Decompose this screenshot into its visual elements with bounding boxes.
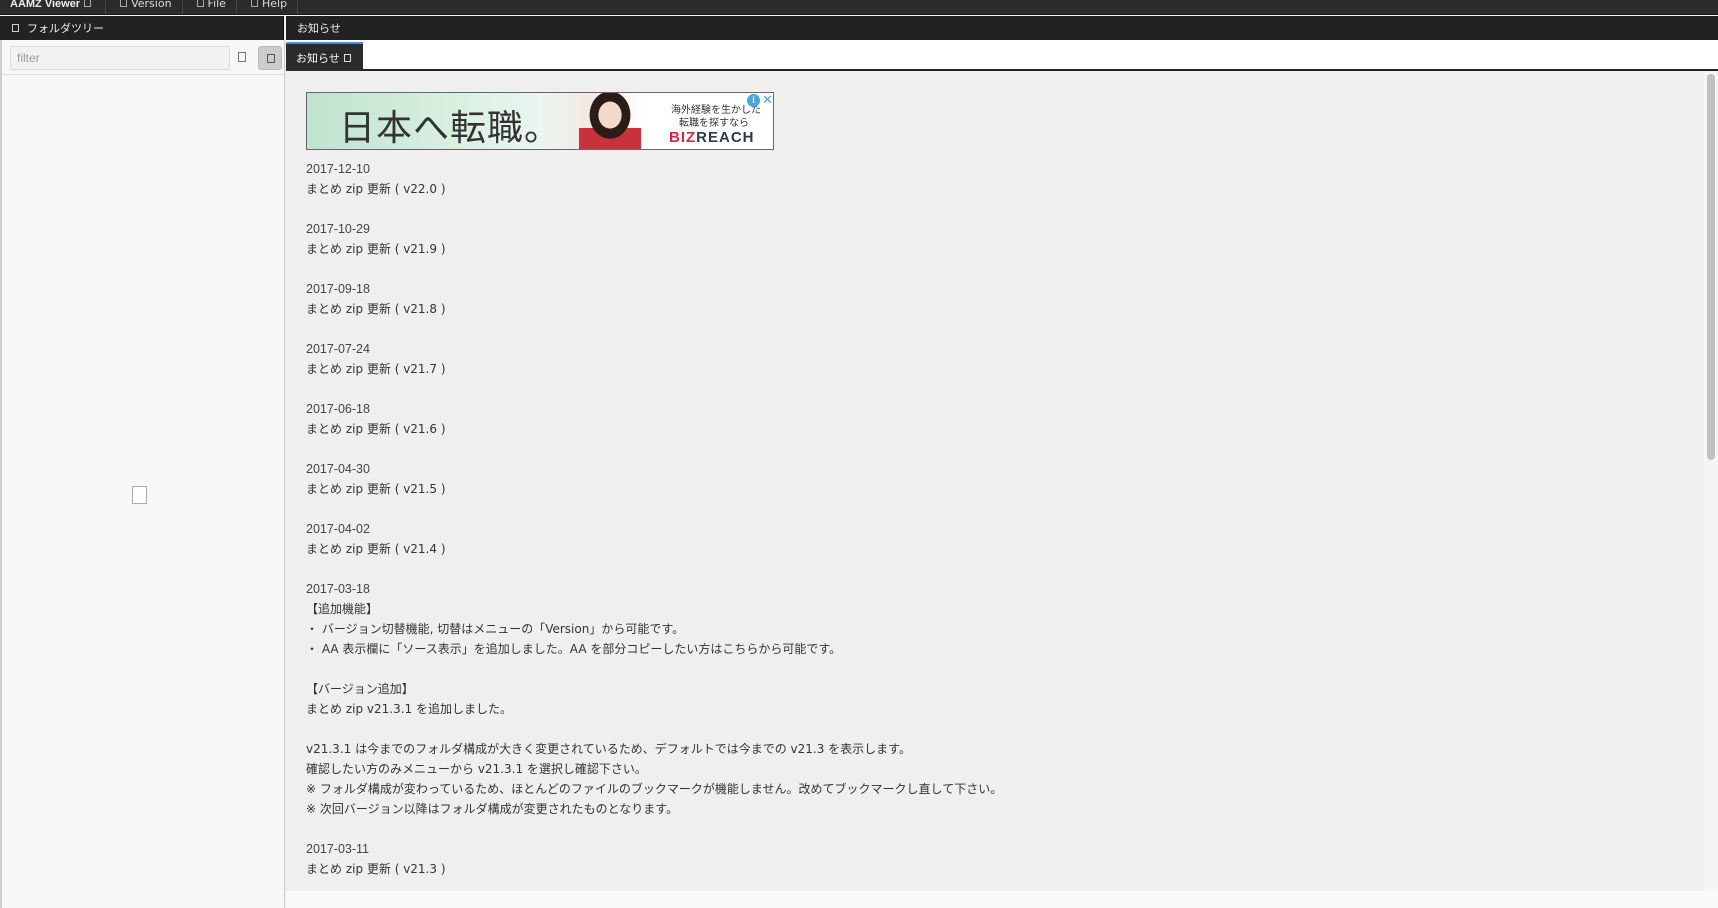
ad-copy-line2: 転職を探すなら [679, 118, 749, 129]
notice-text: まとめ zip 更新 ( v21.5 ) [306, 482, 446, 496]
ad-headline: 日本へ転職。 [339, 108, 562, 149]
help-icon [250, 0, 258, 7]
menu-help[interactable]: Help [237, 0, 299, 14]
divider [2, 74, 285, 75]
notice-date: 2017-12-10 [306, 162, 370, 176]
notice-date: 2017-06-18 [306, 402, 370, 416]
app-title-menu[interactable]: AAMZ Viewer [0, 0, 107, 14]
menu-version-label: Version [131, 0, 172, 10]
notice-item: 2017-12-10 まとめ zip 更新 ( v22.0 ) [306, 159, 1666, 199]
folder-tree-panel [0, 40, 285, 908]
content-scrollbar[interactable] [1704, 73, 1718, 891]
notice-item: 2017-04-30 まとめ zip 更新 ( v21.5 ) [306, 459, 1666, 499]
menubar: AAMZ Viewer Version File Help [0, 0, 1718, 15]
close-icon[interactable]: ✕ [761, 93, 773, 107]
folder-tree-title: フォルダツリー [27, 22, 104, 35]
filter-input[interactable] [10, 46, 230, 70]
notice-text: 【追加機能】 [306, 602, 379, 616]
notice-date: 2017-03-11 [306, 842, 370, 856]
folder-icon [12, 24, 19, 32]
notice-date: 2017-09-18 [306, 282, 370, 296]
ad-brand-part2: REACH [696, 129, 755, 146]
notice-text: 確認したい方のみメニューから v21.3.1 を選択し確認下さい。 [306, 762, 647, 776]
notice-text: 【バージョン追加】 [306, 682, 414, 696]
filter-options-button[interactable] [258, 46, 282, 70]
notice-text: ※ 次回バージョン以降はフォルダ構成が変更されたものとなります。 [306, 802, 679, 816]
notice-text: まとめ zip 更新 ( v21.7 ) [306, 362, 446, 376]
ad-brand-part1: BIZ [669, 129, 697, 146]
menu-help-label: Help [261, 0, 288, 10]
notice-item: 2017-03-18 【追加機能】・ バージョン切替機能, 切替はメニューの「Ve… [306, 579, 1666, 819]
ad-banner[interactable]: 日本へ転職。 海外経験を生かした 転職を探すなら BIZREACH i ✕ [306, 92, 774, 150]
notice-text: ・ バージョン切替機能, 切替はメニューの「Version」から可能です。 [306, 622, 685, 636]
notice-item: 2017-10-29 まとめ zip 更新 ( v21.9 ) [306, 219, 1666, 259]
tree-loading-icon [132, 486, 147, 504]
version-icon [120, 0, 128, 7]
file-icon [196, 0, 204, 7]
scrollbar-thumb[interactable] [1707, 74, 1715, 460]
notice-item: 2017-06-18 まとめ zip 更新 ( v21.6 ) [306, 399, 1666, 439]
tab-strip: お知らせ [286, 40, 1718, 71]
tab-notices[interactable]: お知らせ [286, 42, 363, 71]
menu-file[interactable]: File [183, 0, 237, 14]
notice-item: 2017-04-02 まとめ zip 更新 ( v21.4 ) [306, 519, 1666, 559]
dropdown-icon [84, 0, 92, 7]
notice-item: 2017-09-18 まとめ zip 更新 ( v21.8 ) [306, 279, 1666, 319]
notices-content: 日本へ転職。 海外経験を生かした 転職を探すなら BIZREACH i ✕ 20… [286, 73, 1704, 891]
notice-text: ※ フォルダ構成が変わっているため、ほとんどのファイルのブックマークが機能しませ… [306, 782, 1003, 796]
notice-text: v21.3.1 は今までのフォルダ構成が大きく変更されているため、デフォルトでは… [306, 742, 911, 756]
notice-text: まとめ zip 更新 ( v21.3 ) [306, 862, 446, 876]
ad-photo [579, 93, 641, 149]
notice-text: まとめ zip 更新 ( v21.6 ) [306, 422, 446, 436]
notice-date: 2017-04-30 [306, 462, 370, 476]
main-header-title: お知らせ [297, 22, 341, 35]
tab-notices-label: お知らせ [296, 51, 340, 65]
notice-date: 2017-10-29 [306, 222, 370, 236]
folder-tree-header[interactable]: フォルダツリー [0, 16, 284, 40]
notice-item: 2017-03-11 まとめ zip 更新 ( v21.3 ) [306, 839, 1666, 879]
notice-text: まとめ zip 更新 ( v21.4 ) [306, 542, 446, 556]
notice-text [306, 719, 1666, 739]
bottom-strip [286, 891, 1718, 908]
notice-text: まとめ zip v21.3.1 を追加しました。 [306, 702, 512, 716]
notice-text [306, 659, 1666, 679]
menu-file-label: File [207, 0, 226, 10]
app-title: AAMZ Viewer [10, 0, 81, 10]
notice-text: まとめ zip 更新 ( v21.9 ) [306, 242, 446, 256]
notice-text: ・ AA 表示欄に「ソース表示」を追加しました。AA を部分コピーしたい方はこち… [306, 642, 842, 656]
ad-brand-logo: BIZREACH [669, 129, 755, 146]
filter-row [10, 44, 282, 70]
notice-text: まとめ zip 更新 ( v22.0 ) [306, 182, 446, 196]
notice-list: 2017-12-10 まとめ zip 更新 ( v22.0 ) 2017-10-29… [306, 159, 1666, 899]
tab-close-icon[interactable] [343, 53, 351, 62]
info-icon[interactable]: i [747, 94, 760, 107]
notice-text: まとめ zip 更新 ( v21.8 ) [306, 302, 446, 316]
notice-item: 2017-07-24 まとめ zip 更新 ( v21.7 ) [306, 339, 1666, 379]
notice-date: 2017-07-24 [306, 342, 370, 356]
main-header: お知らせ [286, 16, 1718, 40]
options-icon [267, 54, 275, 63]
notice-date: 2017-04-02 [306, 522, 370, 536]
notice-date: 2017-03-18 [306, 582, 370, 596]
clear-filter-icon[interactable] [238, 52, 246, 62]
menu-version[interactable]: Version [106, 0, 183, 14]
